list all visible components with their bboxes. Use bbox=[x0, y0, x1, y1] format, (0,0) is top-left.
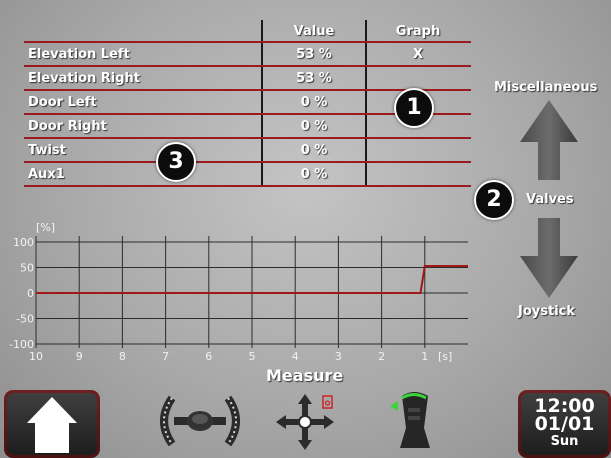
home-button[interactable] bbox=[4, 390, 100, 458]
row-label: Door Right bbox=[28, 119, 107, 134]
row-value: 0 % bbox=[300, 143, 328, 158]
nav-up-label[interactable]: Miscellaneous bbox=[494, 80, 597, 95]
chart-x-tick-label: 3 bbox=[335, 350, 342, 363]
row-value: 0 % bbox=[300, 95, 328, 110]
header-graph: Graph bbox=[395, 24, 441, 39]
chart-y-tick-label: 100 bbox=[13, 236, 34, 249]
clock-day: Sun bbox=[550, 434, 579, 449]
chart-x-tick-label: 5 bbox=[249, 350, 256, 363]
row-label: Elevation Right bbox=[28, 71, 141, 86]
chart-x-tick-label: 1 bbox=[421, 350, 428, 363]
row-value: 0 % bbox=[300, 167, 328, 182]
chart-y-tick-label: 0 bbox=[27, 287, 34, 300]
header-value: Value bbox=[293, 24, 335, 39]
row-graph-mark[interactable] bbox=[366, 164, 470, 186]
chart-x-tick-label: 2 bbox=[378, 350, 385, 363]
row-value: 53 % bbox=[296, 47, 332, 62]
chart-x-tick-label: 10 bbox=[29, 350, 43, 363]
chart-x-tick-label: 4 bbox=[292, 350, 299, 363]
chart-y-tick-label: -50 bbox=[16, 313, 34, 326]
arrow-down-icon[interactable] bbox=[518, 216, 580, 300]
row-value: 53 % bbox=[296, 71, 332, 86]
arrow-up-icon[interactable] bbox=[518, 98, 580, 182]
chart-y-axis-label: [%] bbox=[36, 221, 55, 234]
callout-badge-3: 3 bbox=[156, 142, 196, 182]
move-arrows-icon[interactable] bbox=[270, 388, 340, 454]
chart-x-tick-labels: 10 9 8 7 6 5 4 3 2 1 bbox=[29, 350, 428, 363]
trend-chart: 100500-50-100 10 9 8 7 6 5 4 3 2 1 [%] [s] bbox=[9, 221, 468, 363]
axle-icon[interactable] bbox=[150, 388, 250, 454]
clock-display: 12:00 01/01 Sun bbox=[521, 397, 608, 451]
joystick-icon[interactable] bbox=[384, 388, 444, 454]
measure-label: Measure bbox=[266, 366, 344, 385]
home-icon bbox=[27, 397, 77, 453]
nav-current-label: Valves bbox=[526, 192, 574, 207]
row-graph-mark[interactable]: X bbox=[366, 44, 470, 66]
chart-x-axis-label: [s] bbox=[438, 350, 452, 363]
row-label: Elevation Left bbox=[28, 47, 130, 62]
chart-y-tick-label: 50 bbox=[20, 262, 34, 275]
chart-x-tick-label: 9 bbox=[76, 350, 83, 363]
row-label: Aux1 bbox=[28, 167, 65, 182]
nav-down-label[interactable]: Joystick bbox=[518, 304, 575, 319]
row-graph-mark[interactable] bbox=[366, 68, 470, 90]
row-graph-mark[interactable] bbox=[366, 140, 470, 162]
row-value: 0 % bbox=[300, 119, 328, 134]
chart-x-tick-label: 7 bbox=[162, 350, 169, 363]
row-label: Door Left bbox=[28, 95, 97, 110]
clock-button[interactable]: 12:00 01/01 Sun bbox=[518, 390, 611, 458]
clock-date: 01/01 bbox=[534, 413, 595, 435]
chart-x-tick-label: 6 bbox=[205, 350, 212, 363]
row-label: Twist bbox=[28, 143, 66, 158]
callout-badge-1: 1 bbox=[394, 88, 434, 128]
chart-y-tick-labels: 100500-50-100 bbox=[9, 236, 34, 351]
callout-badge-2: 2 bbox=[474, 180, 514, 220]
chart-x-tick-label: 8 bbox=[119, 350, 126, 363]
